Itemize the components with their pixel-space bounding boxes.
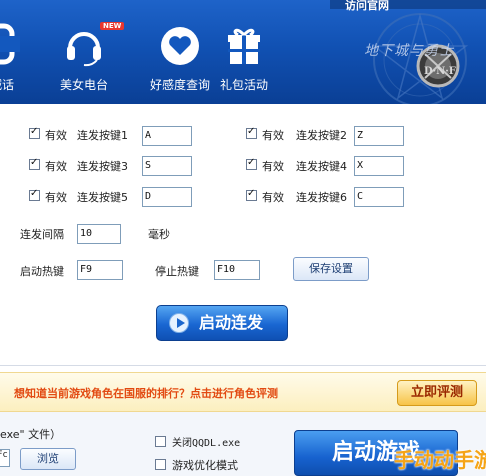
tool-radio[interactable]: 美女电台 bbox=[44, 18, 124, 100]
key2-enable-checkbox[interactable] bbox=[246, 126, 257, 139]
tool-radio-label: 美女电台 bbox=[59, 78, 108, 92]
key5-enable-checkbox[interactable] bbox=[29, 188, 40, 201]
key3-enable-checkbox[interactable] bbox=[29, 157, 40, 170]
key5-enable-label: 有效 bbox=[45, 191, 67, 204]
key6-label: 连发按键6 bbox=[296, 191, 347, 204]
key2-input[interactable]: Z bbox=[354, 126, 404, 146]
interval-input[interactable]: 10 bbox=[77, 224, 121, 244]
logo-text: 地下城与勇士 bbox=[364, 43, 454, 59]
save-settings-button[interactable]: 保存设置 bbox=[293, 257, 369, 281]
new-badge: NEW bbox=[100, 22, 125, 30]
start-hotkey-label: 启动热键 bbox=[20, 265, 64, 278]
start-burst-label: 启动连发 bbox=[199, 313, 264, 332]
start-hotkey-input[interactable]: F9 bbox=[77, 260, 123, 280]
heart-icon bbox=[156, 22, 204, 71]
key3-label: 连发按键3 bbox=[77, 160, 128, 173]
stop-hotkey-label: 停止热键 bbox=[155, 265, 199, 278]
game-path-input[interactable]: Fc bbox=[0, 449, 10, 467]
key5-input[interactable]: D bbox=[142, 187, 192, 207]
rating-banner: 想知道当前游戏角色在国服的排行？点击进行角色评测 立即评测 bbox=[0, 372, 486, 412]
key4-enable-checkbox[interactable] bbox=[246, 157, 257, 170]
key5-label: 连发按键5 bbox=[77, 191, 128, 204]
rating-banner-text[interactable]: 想知道当前游戏角色在国服的排行？点击进行角色评测 bbox=[14, 385, 278, 401]
interval-unit: 毫秒 bbox=[148, 228, 170, 241]
phone-icon bbox=[0, 22, 22, 71]
file-hint-text: exe" 文件） bbox=[0, 428, 62, 441]
browse-button[interactable]: 浏览 bbox=[20, 448, 76, 470]
close-qqdl-label: 关闭QQDL.exe bbox=[172, 438, 241, 449]
key3-input[interactable]: S bbox=[142, 156, 192, 176]
key3-enable-label: 有效 bbox=[45, 160, 67, 173]
headphones-icon bbox=[62, 22, 106, 71]
key1-label: 连发按键1 bbox=[77, 129, 128, 142]
tool-gift-label: 礼包活动 bbox=[219, 78, 268, 92]
optimize-mode-label: 游戏优化模式 bbox=[172, 459, 238, 472]
key4-label: 连发按键4 bbox=[296, 160, 347, 173]
key4-enable-label: 有效 bbox=[262, 160, 284, 173]
logo-dnf: D·N·F bbox=[424, 66, 456, 77]
site-watermark: 手动动手游 bbox=[394, 448, 486, 472]
tool-shout-label: 喊话 bbox=[0, 78, 14, 92]
key4-input[interactable]: X bbox=[354, 156, 404, 176]
play-icon bbox=[169, 313, 189, 333]
interval-label: 连发间隔 bbox=[20, 228, 64, 241]
tool-gift[interactable]: 礼包活动 bbox=[204, 18, 284, 100]
key2-label: 连发按键2 bbox=[296, 129, 347, 142]
key1-enable-checkbox[interactable] bbox=[29, 126, 40, 139]
key2-enable-label: 有效 bbox=[262, 129, 284, 142]
close-qqdl-checkbox[interactable] bbox=[155, 436, 166, 447]
top-toolbar: 访问官网 喊话 美女电台 NEW 好感度查询 bbox=[0, 0, 486, 104]
key1-input[interactable]: A bbox=[142, 126, 192, 146]
start-burst-button[interactable]: 启动连发 bbox=[156, 305, 288, 341]
optimize-mode-checkbox[interactable] bbox=[155, 459, 166, 470]
key6-input[interactable]: C bbox=[354, 187, 404, 207]
rate-now-button[interactable]: 立即评测 bbox=[397, 380, 477, 406]
gift-icon bbox=[224, 22, 264, 71]
stop-hotkey-input[interactable]: F10 bbox=[214, 260, 260, 280]
tool-shout[interactable]: 喊话 bbox=[0, 18, 42, 100]
key1-enable-label: 有效 bbox=[45, 129, 67, 142]
key6-enable-label: 有效 bbox=[262, 191, 284, 204]
key6-enable-checkbox[interactable] bbox=[246, 188, 257, 201]
settings-panel: 有效 连发按键1 A 有效 连发按键2 Z 有效 连发按键3 S 有效 连发按键… bbox=[0, 104, 486, 366]
